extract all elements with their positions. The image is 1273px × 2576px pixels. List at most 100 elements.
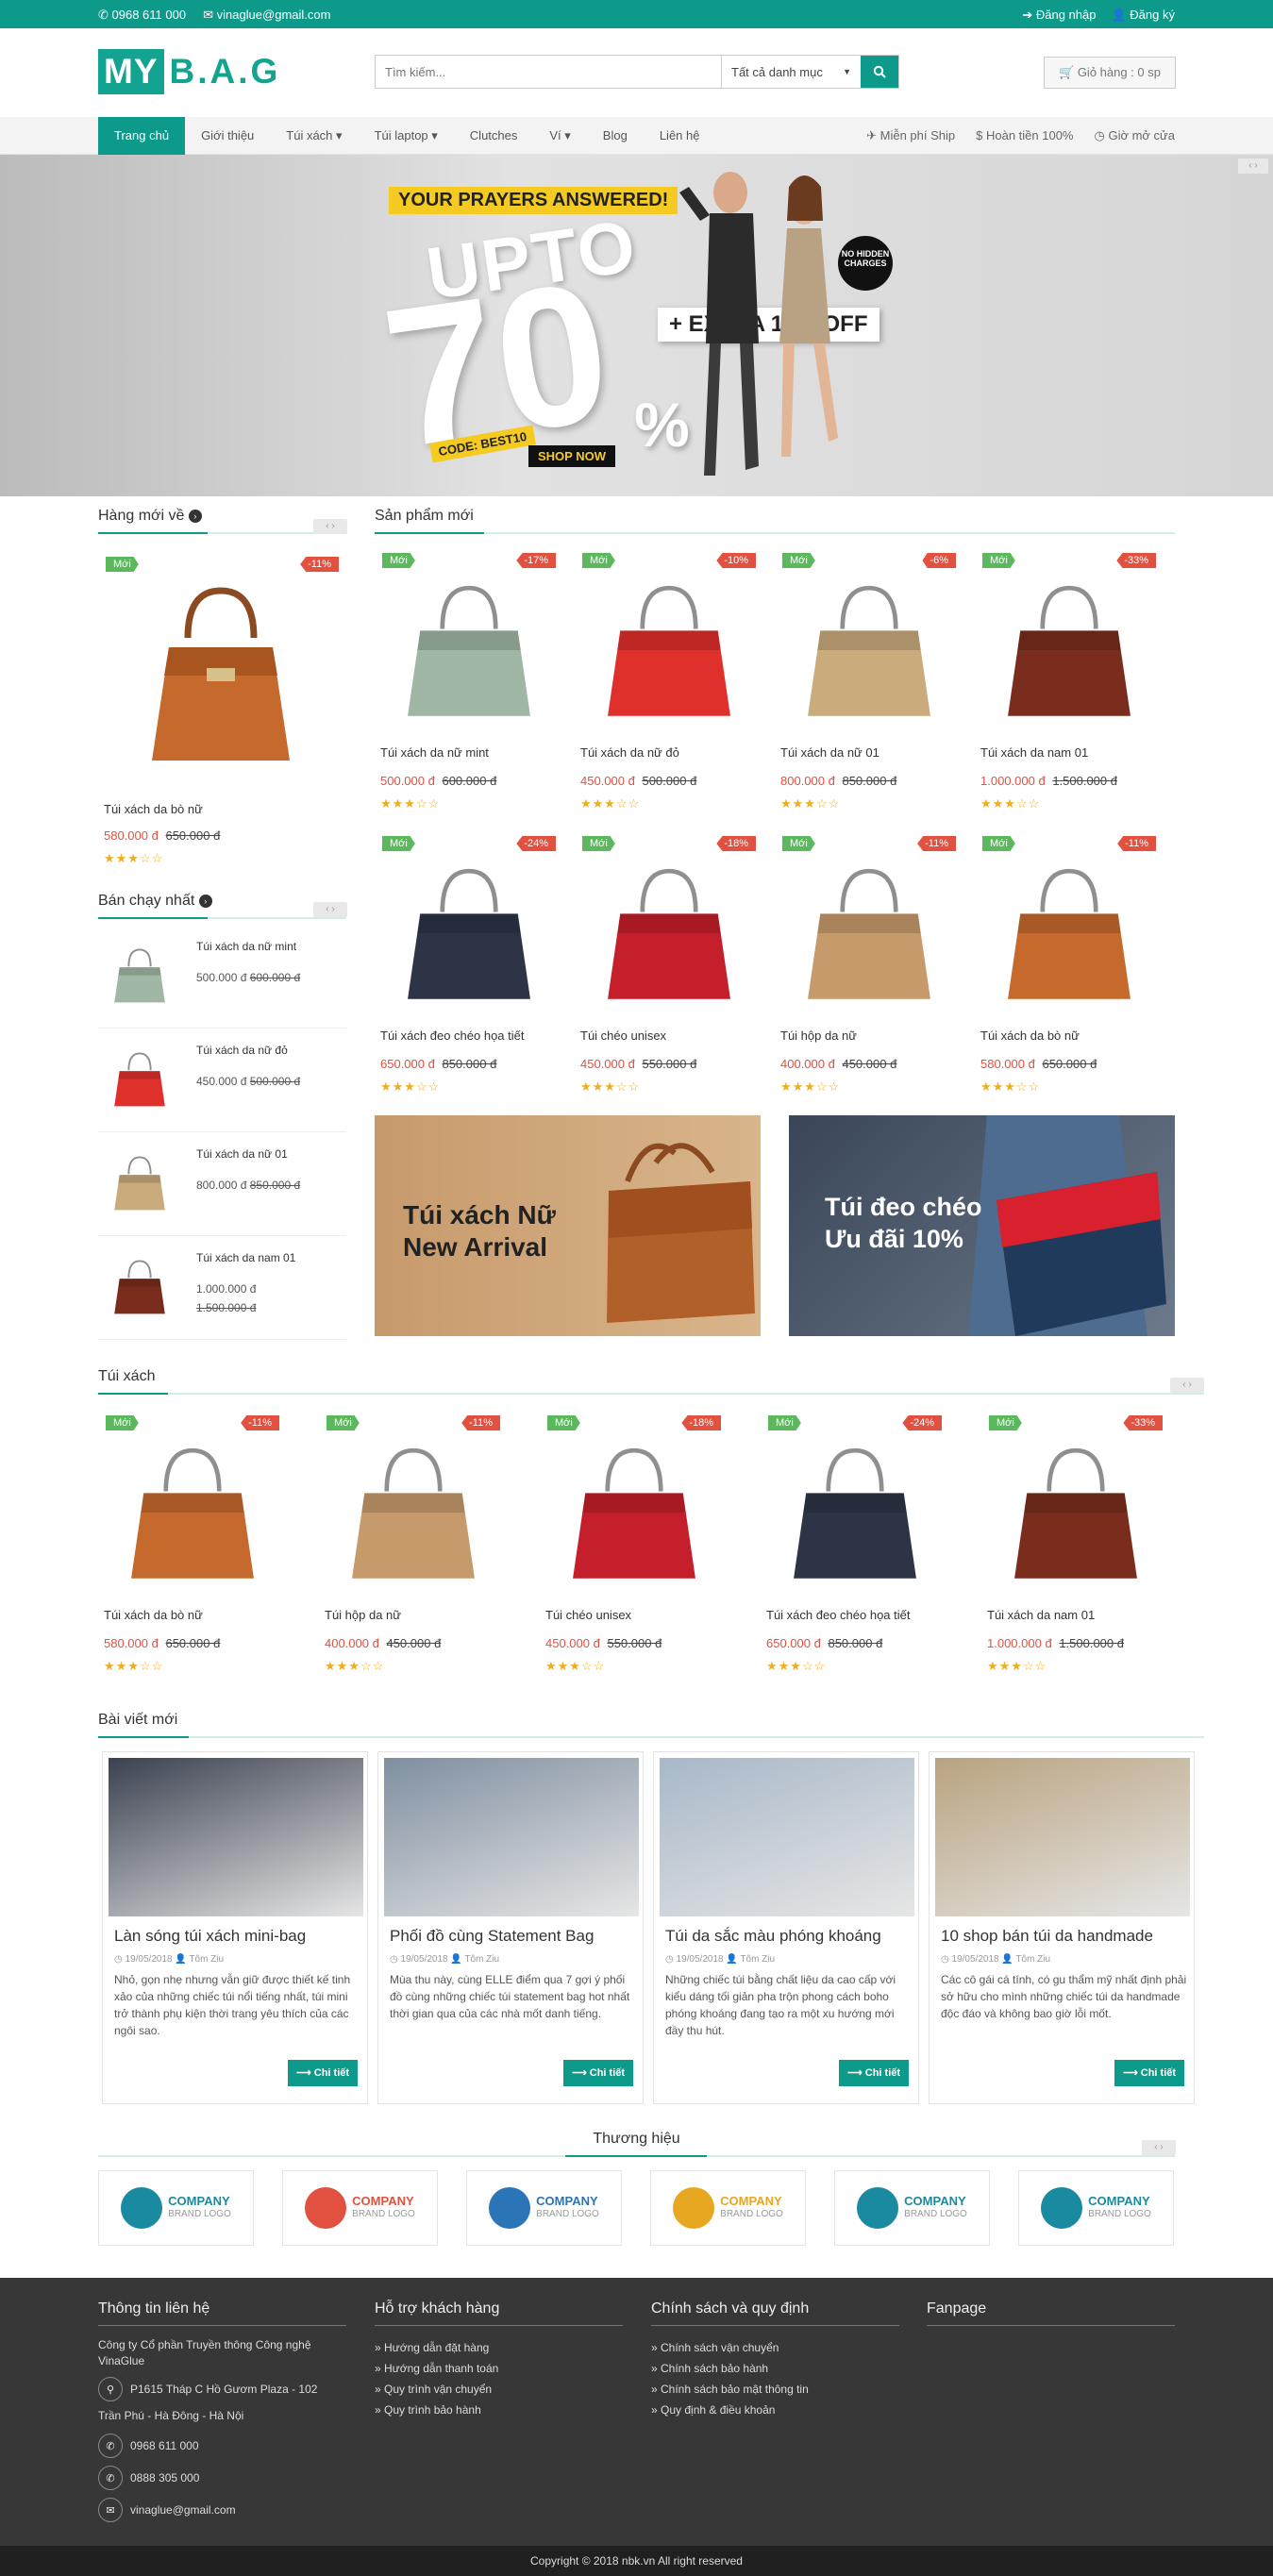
product-card[interactable]: Mới -24% Túi xách đeo chéo họa tiết 650.000… <box>375 832 563 1115</box>
product-image[interactable] <box>584 566 754 736</box>
register-link[interactable]: 👤 Đăng ký <box>1111 8 1175 23</box>
product-name[interactable]: Túi hộp da nữ <box>325 1608 401 1622</box>
brand-logo[interactable]: COMPANY BRAND LOGO <box>466 2170 622 2246</box>
blog-card[interactable]: Túi da sắc màu phóng khoáng ◷ 19/05/2018 … <box>653 1751 919 2104</box>
category-select[interactable]: Tất cả danh mục ▼ <box>721 56 861 88</box>
read-more-button[interactable]: ⟶ Chi tiết <box>1114 2060 1184 2086</box>
product-name[interactable]: Túi chéo unisex <box>545 1608 631 1622</box>
product-image[interactable] <box>770 1429 940 1598</box>
nav-item[interactable]: Túi xách ▾ <box>270 117 358 155</box>
product-name[interactable]: Túi hộp da nữ <box>780 1029 857 1043</box>
footer-email[interactable]: ✉ vinaglue@gmail.com <box>98 2498 346 2522</box>
promo-banner-crossbody[interactable]: Túi đeo chéo Ưu đãi 10% <box>789 1115 1175 1336</box>
best-sellers-arrows[interactable]: ‹ › <box>313 902 347 917</box>
product-image[interactable] <box>384 849 554 1019</box>
product-name[interactable]: Túi xách da nữ đỏ <box>580 745 679 760</box>
read-more-button[interactable]: ⟶ Chi tiết <box>288 2060 358 2086</box>
product-image[interactable] <box>384 566 554 736</box>
nav-feature[interactable]: $ Hoàn tiền 100% <box>976 117 1073 155</box>
nav-item[interactable]: Liên hệ <box>644 117 716 155</box>
product-card[interactable]: Mới -11% Túi xách da bò nữ 580.000 đ 650.00… <box>975 832 1164 1115</box>
shop-now-button[interactable]: SHOP NOW <box>528 445 615 467</box>
product-card[interactable]: Mới -10% Túi xách da nữ đỏ 450.000 đ 500.00… <box>575 549 763 832</box>
product-thumb[interactable] <box>106 1042 174 1117</box>
blog-post-title[interactable]: Túi da sắc màu phóng khoáng <box>665 1927 881 1946</box>
nav-item[interactable]: Blog <box>587 117 644 155</box>
brand-logo[interactable]: COMPANY BRAND LOGO <box>98 2170 254 2246</box>
product-name[interactable]: Túi xách da nữ mint <box>196 940 296 953</box>
nav-item[interactable]: Clutches <box>454 117 534 155</box>
nav-item[interactable]: Túi laptop ▾ <box>359 117 454 155</box>
blog-image[interactable] <box>935 1758 1190 1916</box>
product-image[interactable] <box>984 566 1154 736</box>
brand-logo[interactable]: COMPANY BRAND LOGO <box>650 2170 806 2246</box>
brand-logo[interactable]: COMPANY BRAND LOGO <box>282 2170 438 2246</box>
blog-post-title[interactable]: 10 shop bán túi da handmade <box>941 1927 1153 1946</box>
product-name[interactable]: Túi chéo unisex <box>580 1029 666 1043</box>
nav-feature[interactable]: ◷ Giờ mở cửa <box>1095 117 1176 155</box>
best-seller-item[interactable]: Túi xách da nữ 01 800.000 đ 850.000 đ <box>98 1132 346 1236</box>
new-arrivals-arrows[interactable]: ‹ › <box>313 519 347 534</box>
banner-arrows[interactable]: ‹ › <box>1238 159 1268 174</box>
best-seller-item[interactable]: Túi xách da nữ mint 500.000 đ 600.000 đ <box>98 925 346 1029</box>
best-seller-item[interactable]: Túi xách da nữ đỏ 450.000 đ 500.000 đ <box>98 1029 346 1132</box>
footer-link[interactable]: » Chính sách vận chuyển <box>651 2337 899 2358</box>
product-name[interactable]: Túi xách da nam 01 <box>987 1608 1095 1622</box>
blog-post-title[interactable]: Phối đồ cùng Statement Bag <box>390 1927 594 1946</box>
search-button[interactable] <box>861 56 898 88</box>
nav-item[interactable]: Trang chủ <box>98 117 186 155</box>
search-input[interactable] <box>376 56 721 88</box>
product-card[interactable]: Mới -11% Túi xách da bò nữ 580.000 đ 650.00… <box>98 1412 287 1695</box>
product-card[interactable]: Mới -11% Túi hộp da nữ 400.000 đ 450.000 đ ★… <box>319 1412 508 1695</box>
product-image[interactable] <box>108 1429 277 1598</box>
footer-link[interactable]: » Quy định & điều khoản <box>651 2400 899 2420</box>
product-name[interactable]: Túi xách da nữ mint <box>380 745 489 760</box>
product-thumb[interactable] <box>106 1146 174 1221</box>
site-logo[interactable]: MY B.A.G <box>98 49 280 94</box>
brand-logo[interactable]: COMPANY BRAND LOGO <box>1018 2170 1174 2246</box>
email-link[interactable]: ✉ vinaglue@gmail.com <box>203 8 330 23</box>
best-seller-item[interactable]: Túi xách da nam 01 1.000.000 đ 1.500.000 đ <box>98 1236 346 1340</box>
nav-feature[interactable]: ✈ Miễn phí Ship <box>866 117 955 155</box>
promo-banner-women[interactable]: Túi xách Nữ New Arrival <box>375 1115 761 1336</box>
nav-item[interactable]: Ví ▾ <box>533 117 586 155</box>
read-more-button[interactable]: ⟶ Chi tiết <box>839 2060 909 2086</box>
product-name[interactable]: Túi xách da bò nữ <box>104 1608 203 1622</box>
footer-phone2[interactable]: ✆ 0888 305 000 <box>98 2466 346 2490</box>
product-image[interactable] <box>117 562 325 789</box>
product-name[interactable]: Túi xách da nam 01 <box>196 1251 295 1264</box>
brand-logo[interactable]: COMPANY BRAND LOGO <box>834 2170 990 2246</box>
product-image[interactable] <box>584 849 754 1019</box>
blog-image[interactable] <box>384 1758 639 1916</box>
footer-link[interactable]: » Hướng dẫn đặt hàng <box>375 2337 623 2358</box>
blog-card[interactable]: Phối đồ cùng Statement Bag ◷ 19/05/2018 👤… <box>377 1751 644 2104</box>
product-image[interactable] <box>328 1429 498 1598</box>
product-name[interactable]: Túi xách đeo chéo họa tiết <box>766 1608 911 1622</box>
footer-link[interactable]: » Chính sách bảo hành <box>651 2358 899 2379</box>
product-thumb[interactable] <box>106 938 174 1013</box>
blog-card[interactable]: Làn sóng túi xách mini-bag ◷ 19/05/2018 👤… <box>102 1751 368 2104</box>
hero-banner[interactable]: YOUR PRAYERS ANSWERED! UPTO 70 % + EXTRA… <box>0 155 1273 496</box>
product-name[interactable]: Túi xách da nữ 01 <box>196 1147 288 1161</box>
blog-image[interactable] <box>660 1758 914 1916</box>
product-card[interactable]: Mới -24% Túi xách đeo chéo họa tiết 650.000… <box>761 1412 949 1695</box>
handbags-arrows[interactable]: ‹ › <box>1170 1378 1204 1393</box>
footer-link[interactable]: » Quy trình vận chuyển <box>375 2379 623 2400</box>
product-name[interactable]: Túi xách da nữ 01 <box>780 745 879 760</box>
product-name[interactable]: Túi xách da bò nữ <box>980 1029 1080 1043</box>
read-more-button[interactable]: ⟶ Chi tiết <box>563 2060 633 2086</box>
login-link[interactable]: ➔ Đăng nhập <box>1022 8 1096 23</box>
phone-link[interactable]: ✆ 0968 611 000 <box>98 8 186 23</box>
product-name[interactable]: Túi xách da bò nữ <box>104 802 203 816</box>
footer-link[interactable]: » Hướng dẫn thanh toán <box>375 2358 623 2379</box>
product-card[interactable]: Mới -18% Túi chéo unisex 450.000 đ 550.000 … <box>575 832 763 1115</box>
product-image[interactable] <box>784 566 954 736</box>
footer-phone1[interactable]: ✆ 0968 611 000 <box>98 2434 346 2458</box>
product-image[interactable] <box>784 849 954 1019</box>
footer-link[interactable]: » Chính sách bảo mật thông tin <box>651 2379 899 2400</box>
brands-arrows[interactable]: ‹ › <box>1142 2140 1176 2155</box>
product-image[interactable] <box>984 849 1154 1019</box>
product-name[interactable]: Túi xách da nữ đỏ <box>196 1044 288 1057</box>
product-card[interactable]: Mới -11% Túi hộp da nữ 400.000 đ 450.000 đ ★… <box>775 832 963 1115</box>
product-card[interactable]: Mới -6% Túi xách da nữ 01 800.000 đ 850.000… <box>775 549 963 832</box>
